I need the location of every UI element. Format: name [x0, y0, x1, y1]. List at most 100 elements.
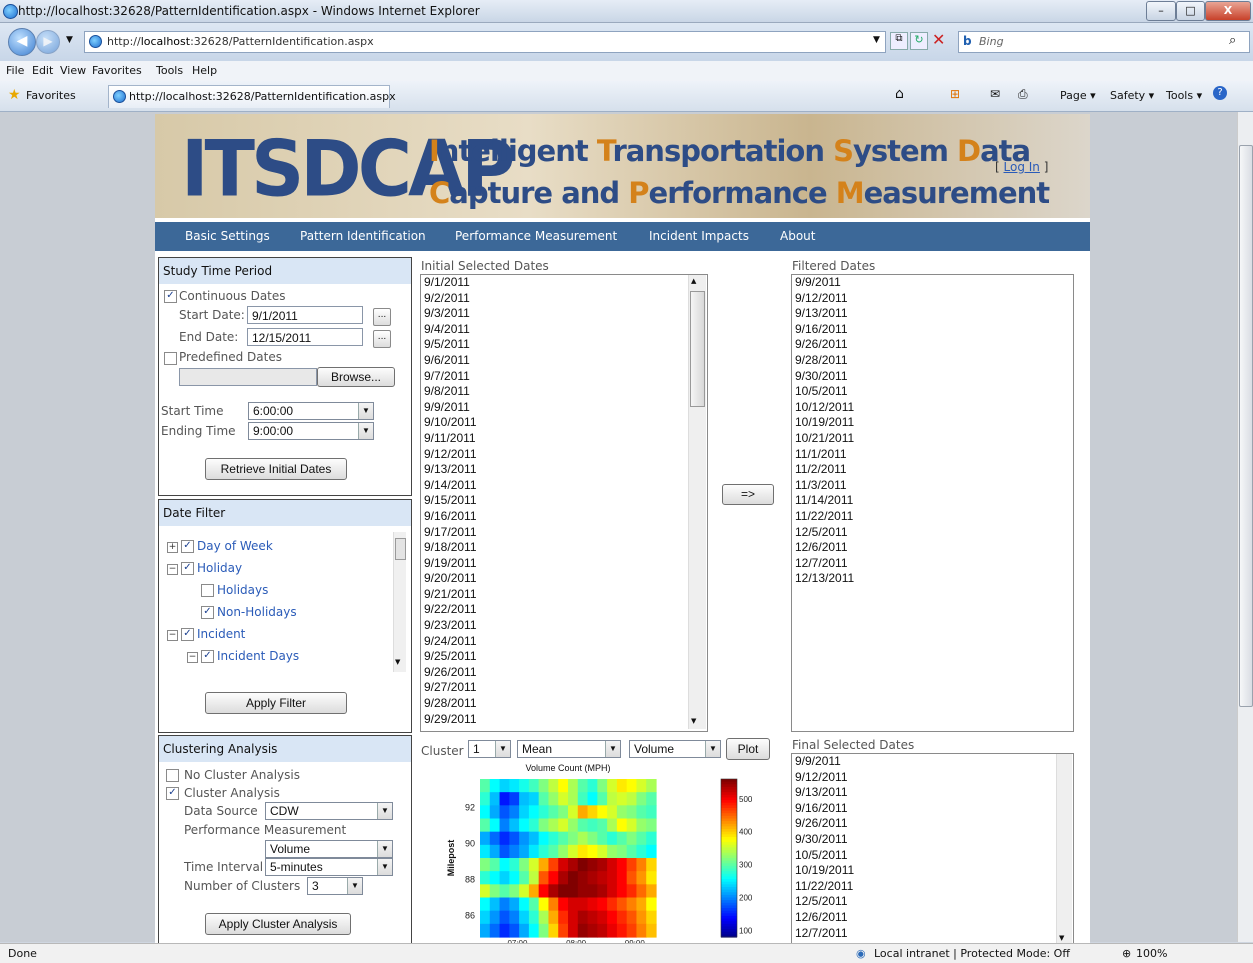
tree-item-holiday[interactable]: Holiday: [197, 561, 242, 575]
close-button[interactable]: X: [1205, 1, 1251, 21]
list-item[interactable]: 9/3/2011: [421, 306, 707, 322]
cluster-analysis-checkbox[interactable]: ✓: [166, 787, 179, 800]
initial-dates-scrollbar[interactable]: ▲ ▼: [688, 275, 706, 729]
scroll-down-icon[interactable]: ▼: [1059, 934, 1064, 942]
list-item[interactable]: 9/16/2011: [421, 509, 707, 525]
list-item[interactable]: 9/2/2011: [421, 291, 707, 307]
list-item[interactable]: 9/9/2011: [792, 754, 1073, 770]
list-item[interactable]: 9/1/2011: [421, 275, 707, 291]
scroll-down-icon[interactable]: ▼: [691, 717, 696, 725]
cluster-number-select[interactable]: 1 ▼: [468, 740, 511, 758]
move-to-filtered-button[interactable]: =>: [722, 484, 774, 505]
list-item[interactable]: 9/11/2011: [421, 431, 707, 447]
browser-tab[interactable]: http://localhost:32628/PatternIdentifica…: [108, 85, 396, 108]
list-item[interactable]: 9/28/2011: [792, 353, 1073, 369]
list-item[interactable]: 9/13/2011: [421, 462, 707, 478]
list-item[interactable]: 11/2/2011: [792, 462, 1073, 478]
forward-button[interactable]: ▶: [36, 30, 60, 54]
list-item[interactable]: 9/20/2011: [421, 571, 707, 587]
apply-cluster-analysis-button[interactable]: Apply Cluster Analysis: [205, 913, 351, 935]
security-zone[interactable]: Local intranet | Protected Mode: Off: [874, 947, 1070, 960]
tree-item-day-of-week[interactable]: Day of Week: [197, 539, 273, 553]
list-item[interactable]: 9/30/2011: [792, 832, 1073, 848]
start-date-input[interactable]: 9/1/2011: [247, 306, 363, 324]
data-source-select[interactable]: CDW ▼: [265, 802, 393, 820]
favorites-button[interactable]: Favorites: [26, 89, 76, 102]
list-item[interactable]: 11/22/2011: [792, 509, 1073, 525]
tree-item-incident[interactable]: Incident: [197, 627, 245, 641]
holidays-checkbox[interactable]: [201, 584, 214, 597]
page-scrollbar-thumb[interactable]: [1239, 145, 1253, 707]
address-bar[interactable]: http://localhost:32628/PatternIdentifica…: [84, 31, 886, 53]
stop-icon[interactable]: ✕: [932, 30, 945, 49]
list-item[interactable]: 9/26/2011: [792, 816, 1073, 832]
incident-checkbox[interactable]: ✓: [181, 628, 194, 641]
perf-measure-select[interactable]: Volume ▼: [265, 840, 393, 858]
search-icon[interactable]: ⌕: [1229, 33, 1236, 48]
tree-item-incident-days[interactable]: Incident Days: [217, 649, 299, 663]
list-item[interactable]: 9/24/2011: [421, 634, 707, 650]
list-item[interactable]: 9/9/2011: [421, 400, 707, 416]
list-item[interactable]: 9/26/2011: [421, 665, 707, 681]
no-cluster-checkbox[interactable]: [166, 769, 179, 782]
menu-favorites[interactable]: Favorites: [92, 64, 142, 77]
retrieve-initial-dates-button[interactable]: Retrieve Initial Dates: [205, 458, 347, 480]
menu-view[interactable]: View: [60, 64, 86, 77]
list-item[interactable]: 9/6/2011: [421, 353, 707, 369]
date-filter-scroll-thumb[interactable]: [395, 538, 406, 560]
list-item[interactable]: 9/17/2011: [421, 525, 707, 541]
expand-day-of-week-icon[interactable]: +: [167, 542, 178, 553]
tree-item-non-holidays[interactable]: Non-Holidays: [217, 605, 297, 619]
list-item[interactable]: 9/16/2011: [792, 801, 1073, 817]
list-item[interactable]: 10/19/2011: [792, 415, 1073, 431]
final-dates-list[interactable]: 9/9/2011 9/12/2011 9/13/2011 9/16/2011 9/26/…: [791, 753, 1074, 944]
collapse-incident-icon[interactable]: −: [167, 630, 178, 641]
list-item[interactable]: 12/6/2011: [792, 910, 1073, 926]
holiday-checkbox[interactable]: ✓: [181, 562, 194, 575]
list-item[interactable]: 10/12/2011: [792, 400, 1073, 416]
list-item[interactable]: 9/19/2011: [421, 556, 707, 572]
list-item[interactable]: 11/1/2011: [792, 447, 1073, 463]
menu-edit[interactable]: Edit: [32, 64, 53, 77]
start-date-picker-button[interactable]: ...: [373, 308, 391, 326]
list-item[interactable]: 9/27/2011: [421, 680, 707, 696]
measure-select[interactable]: Volume ▼: [629, 740, 721, 758]
initial-dates-scroll-thumb[interactable]: [690, 291, 705, 407]
predefined-dates-checkbox[interactable]: [164, 352, 177, 365]
list-item[interactable]: 9/8/2011: [421, 384, 707, 400]
initial-dates-list[interactable]: 9/1/2011 9/2/2011 9/3/2011 9/4/2011 9/5/2011…: [420, 274, 708, 732]
list-item[interactable]: 11/3/2011: [792, 478, 1073, 494]
scroll-up-icon[interactable]: ▲: [691, 277, 696, 285]
refresh-icon[interactable]: ↻: [910, 32, 928, 50]
list-item[interactable]: 9/26/2011: [792, 337, 1073, 353]
list-item[interactable]: 11/22/2011: [792, 879, 1073, 895]
login-link[interactable]: Log In: [1004, 160, 1040, 174]
list-item[interactable]: 10/5/2011: [792, 384, 1073, 400]
apply-filter-button[interactable]: Apply Filter: [205, 692, 347, 714]
final-dates-scrollbar[interactable]: ▼: [1056, 754, 1072, 944]
address-dropdown-icon[interactable]: ▼: [873, 35, 880, 45]
home-icon[interactable]: ⌂: [895, 86, 904, 102]
list-item[interactable]: 9/10/2011: [421, 415, 707, 431]
back-button[interactable]: ◀: [8, 28, 36, 56]
print-icon[interactable]: ⎙: [1018, 87, 1028, 102]
list-item[interactable]: 9/30/2011: [792, 369, 1073, 385]
scroll-down-icon[interactable]: ▼: [395, 658, 400, 666]
list-item[interactable]: 12/13/2011: [792, 571, 1073, 587]
start-time-select[interactable]: 6:00:00 ▼: [248, 402, 374, 420]
list-item[interactable]: 11/14/2011: [792, 493, 1073, 509]
list-item[interactable]: 9/23/2011: [421, 618, 707, 634]
non-holidays-checkbox[interactable]: ✓: [201, 606, 214, 619]
date-filter-scrollbar[interactable]: ▼: [393, 532, 406, 672]
browse-button[interactable]: Browse...: [317, 367, 395, 387]
filtered-dates-list[interactable]: 9/9/2011 9/12/2011 9/13/2011 9/16/2011 9/26/…: [791, 274, 1074, 732]
end-date-picker-button[interactable]: ...: [373, 330, 391, 348]
list-item[interactable]: 9/28/2011: [421, 696, 707, 712]
menu-tools[interactable]: Tools: [156, 64, 183, 77]
list-item[interactable]: 9/25/2011: [421, 649, 707, 665]
safety-menu[interactable]: Safety ▾: [1110, 89, 1154, 102]
list-item[interactable]: 12/7/2011: [792, 556, 1073, 572]
list-item[interactable]: 10/5/2011: [792, 848, 1073, 864]
list-item[interactable]: 9/7/2011: [421, 369, 707, 385]
maximize-button[interactable]: □: [1176, 1, 1205, 21]
